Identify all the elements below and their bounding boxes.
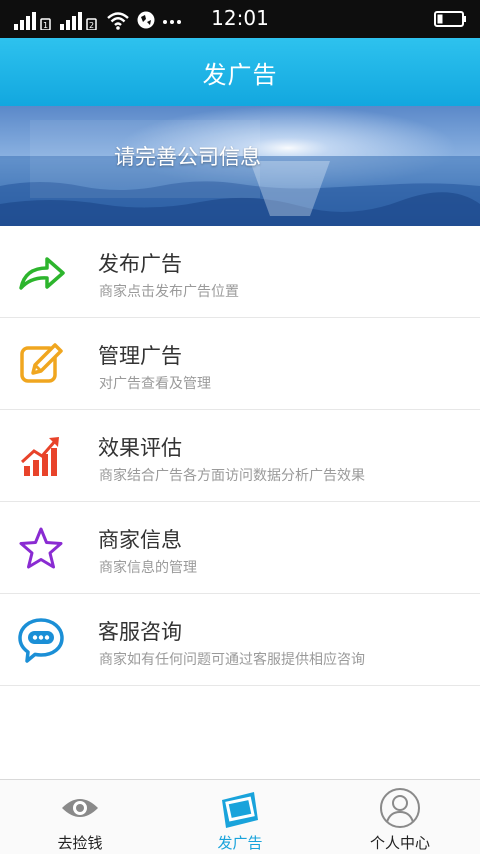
chart-growth-icon xyxy=(20,437,59,476)
menu-item-manage-ad[interactable]: 管理广告 对广告查看及管理 xyxy=(0,318,480,410)
status-time: 12:01 xyxy=(211,6,269,30)
menu-item-effect-evaluation[interactable]: 效果评估 商家结合广告各方面访问数据分析广告效果 xyxy=(0,410,480,502)
title-bar: 发广告 xyxy=(0,38,480,106)
menu-item-merchant-info[interactable]: 商家信息 商家信息的管理 xyxy=(0,502,480,594)
ad-board-icon xyxy=(222,792,258,828)
company-info-banner[interactable]: 请完善公司信息 xyxy=(0,106,480,226)
menu-list: 发布广告 商家点击发布广告位置 管理广告 对广告查看及管理 效果评估 商家结合广… xyxy=(0,226,480,686)
menu-item-title: 效果评估 xyxy=(98,436,182,460)
menu-item-desc: 商家信息的管理 xyxy=(99,560,197,576)
banner-text: 请完善公司信息 xyxy=(114,145,261,169)
eye-icon xyxy=(62,799,98,817)
star-icon xyxy=(19,527,63,569)
menu-item-desc: 商家点击发布广告位置 xyxy=(99,284,239,300)
battery-icon xyxy=(434,11,466,27)
menu-item-customer-service[interactable]: 客服咨询 商家如有任何问题可通过客服提供相应咨询 xyxy=(0,594,480,686)
tab-label: 个人中心 xyxy=(369,834,430,852)
tab-label: 去捡钱 xyxy=(57,834,103,852)
status-bar: 1 2 12:01 xyxy=(0,0,480,38)
bottom-tab-bar: 去捡钱 发广告 个人中心 xyxy=(0,779,480,854)
tab-label: 发广告 xyxy=(217,834,263,852)
edit-icon xyxy=(20,343,63,383)
menu-item-publish-ad[interactable]: 发布广告 商家点击发布广告位置 xyxy=(0,226,480,318)
chat-bubble-icon xyxy=(18,618,64,663)
share-arrow-icon xyxy=(19,257,65,290)
user-icon xyxy=(380,788,420,828)
menu-item-desc: 商家如有任何问题可通过客服提供相应咨询 xyxy=(99,652,365,668)
menu-item-title: 商家信息 xyxy=(98,528,182,552)
menu-item-desc: 商家结合广告各方面访问数据分析广告效果 xyxy=(99,468,365,484)
menu-item-title: 客服咨询 xyxy=(98,620,182,644)
menu-item-desc: 对广告查看及管理 xyxy=(99,376,211,392)
tab-personal-center[interactable]: 个人中心 xyxy=(320,780,480,854)
menu-item-title: 管理广告 xyxy=(98,344,182,368)
menu-item-title: 发布广告 xyxy=(98,252,182,276)
tab-collect-money[interactable]: 去捡钱 xyxy=(0,780,160,854)
page-title: 发广告 xyxy=(202,60,278,89)
tab-post-ad[interactable]: 发广告 xyxy=(160,780,320,854)
